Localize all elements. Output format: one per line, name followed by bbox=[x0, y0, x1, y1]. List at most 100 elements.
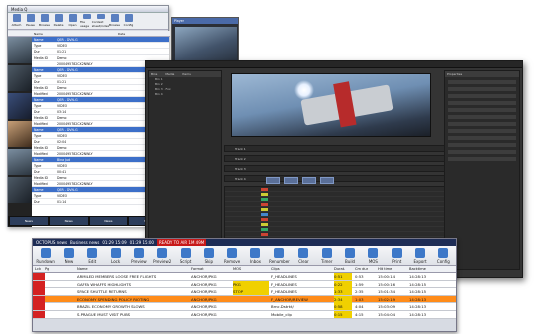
bin-item[interactable]: Bin 4 bbox=[149, 92, 221, 97]
cell-back: 14:28:15 bbox=[409, 289, 427, 295]
cell-format: ANCHOR/PKG bbox=[191, 311, 217, 317]
toolbar-label: Renumber bbox=[269, 259, 290, 264]
toolbar-icon bbox=[274, 248, 285, 258]
toolbar-label: Preview2 bbox=[153, 259, 172, 264]
thumbnail[interactable] bbox=[8, 65, 32, 91]
table-row[interactable]: SPACE SHUTTLE RETURNS ANCHOR/PKG STOP F_HEA… bbox=[33, 288, 456, 296]
toolbar-icon bbox=[54, 14, 63, 22]
toolbar-label: Attach bbox=[11, 23, 22, 27]
cell-name: ECONOMY SPENDING POLICY RIOTING bbox=[77, 296, 150, 302]
toolbar-button[interactable]: Rundown bbox=[36, 247, 55, 264]
cell-cm: 1:03 bbox=[355, 296, 364, 302]
toolbar-button[interactable]: Timer bbox=[317, 247, 336, 264]
thumbnail[interactable] bbox=[8, 93, 32, 119]
toolbar-button[interactable]: Preview bbox=[129, 247, 148, 264]
toolbar-button[interactable]: Export bbox=[410, 247, 429, 264]
toolbar-button[interactable]: Edit bbox=[83, 247, 102, 264]
cell-dur: 2:34 bbox=[334, 295, 352, 303]
table-row[interactable]: ECONOMY SPENDING POLICY RIOTING ANCHOR/PK… bbox=[33, 295, 456, 304]
toolbar-button[interactable]: Skip bbox=[199, 247, 218, 264]
toolbar-label: Browse bbox=[109, 23, 120, 27]
col-hit-time[interactable]: Hit time bbox=[378, 266, 392, 273]
toolbar-button[interactable]: MOS bbox=[364, 247, 383, 264]
toolbar-button[interactable]: Renumber bbox=[269, 247, 290, 264]
table-row[interactable]: BRAZIL ECONOMY GROWTH SLOWS ANCHOR/PKG Brn… bbox=[33, 303, 456, 311]
rundown-time: 01:29 15:09 bbox=[102, 240, 127, 245]
toolbar-button[interactable]: Attach bbox=[10, 14, 23, 28]
toolbar-icon bbox=[110, 248, 121, 258]
toolbar-button[interactable]: Script bbox=[176, 247, 195, 264]
cell-dur: 0:22 bbox=[334, 280, 352, 288]
col-duration[interactable]: Durat. bbox=[334, 266, 345, 273]
toolbar-button[interactable]: Browse bbox=[38, 14, 51, 28]
toolbar-button[interactable]: New bbox=[59, 247, 78, 264]
toolbar-label: Edit bbox=[88, 259, 97, 264]
toolbar-icon bbox=[227, 248, 238, 258]
panel-tab[interactable]: Items bbox=[182, 71, 190, 77]
news-thumbnail[interactable]: News bbox=[10, 217, 48, 225]
player-title: Player bbox=[172, 18, 238, 24]
player-screen[interactable] bbox=[175, 27, 237, 61]
toolbar-label: Timer bbox=[321, 259, 333, 264]
toolbar-icon bbox=[321, 248, 332, 258]
color-chip bbox=[261, 193, 268, 196]
prev-button[interactable] bbox=[266, 177, 280, 184]
news-thumbnail[interactable]: News bbox=[89, 217, 128, 225]
toolbar-icon bbox=[87, 248, 98, 258]
cell-name: SPACE SHUTTLE RETURNS bbox=[77, 289, 127, 295]
play-button[interactable] bbox=[284, 177, 298, 184]
thumbnail[interactable] bbox=[8, 177, 32, 203]
thumbnail[interactable] bbox=[8, 121, 32, 147]
toolbar-button[interactable]: Remove bbox=[223, 247, 242, 264]
thumbnail[interactable] bbox=[8, 37, 32, 63]
col-mos[interactable]: MOS bbox=[233, 266, 241, 273]
toolbar-button[interactable]: Browse bbox=[108, 14, 121, 28]
toolbar-label: Preview bbox=[131, 259, 147, 264]
thumbnail[interactable] bbox=[8, 149, 32, 175]
cell-cm: 4:15 bbox=[355, 311, 364, 317]
panel-tab[interactable]: Media bbox=[165, 71, 174, 77]
toolbar-button[interactable]: Preview2 bbox=[153, 247, 172, 264]
cell-hit: 15:00:16 bbox=[378, 281, 396, 287]
col-name[interactable]: Name bbox=[77, 266, 88, 273]
table-row[interactable]: GAFFA WHAFFS HIGHLIGHTS ANCHOR/PKG PKG F_HE… bbox=[33, 280, 456, 289]
toolbar-label: Print bbox=[392, 259, 402, 264]
toolbar-button[interactable]: Clear bbox=[294, 247, 313, 264]
col-backtime[interactable]: Backtime bbox=[409, 266, 426, 273]
toolbar-button[interactable]: Pause bbox=[24, 14, 37, 28]
col-clips[interactable]: Clips bbox=[271, 266, 280, 273]
table-row[interactable]: S.PRAGUE MUST VISIT PUBS ANCHOR/PKG Mobile… bbox=[33, 310, 456, 319]
cell-back: 14:28:13 bbox=[409, 274, 427, 279]
col-pg[interactable]: Pg bbox=[45, 266, 49, 273]
col-cm-dur[interactable]: Cm dur bbox=[355, 266, 368, 273]
toolbar-icon bbox=[250, 248, 261, 258]
status-flag bbox=[33, 280, 45, 288]
toolbar-button[interactable]: Inbox bbox=[246, 247, 265, 264]
rundown-time2: 01:29 15:00 bbox=[129, 240, 154, 245]
toolbar-icon bbox=[345, 248, 356, 258]
toolbar-button[interactable]: Build bbox=[340, 247, 359, 264]
cell-name: ARMILED MEMBERS LOOSE FREE FLIGHTS bbox=[77, 274, 157, 279]
toolbar-icon bbox=[40, 248, 51, 258]
toolbar-button[interactable]: Context sheet/index bbox=[92, 14, 109, 28]
toolbar-icon bbox=[124, 14, 133, 22]
color-chip bbox=[261, 188, 268, 191]
next-button[interactable] bbox=[302, 177, 316, 184]
toolbar-button[interactable]: Open bbox=[66, 14, 79, 28]
cell-format: ANCHOR/PKG bbox=[191, 304, 217, 310]
col-format[interactable]: Format bbox=[191, 266, 204, 273]
cell-hit: 15:02:19 bbox=[378, 296, 396, 302]
toolbar-button[interactable]: Config bbox=[122, 14, 135, 28]
col-lck[interactable]: Lck bbox=[35, 266, 41, 273]
table-row[interactable]: ARMILED MEMBERS LOOSE FREE FLIGHTS ANCHOR… bbox=[33, 273, 456, 281]
toolbar-button[interactable]: Delete bbox=[52, 14, 65, 28]
news-thumbnail[interactable]: News bbox=[49, 217, 88, 225]
toolbar-label: Build bbox=[345, 259, 356, 264]
stop-button[interactable] bbox=[320, 177, 334, 184]
toolbar-button[interactable]: Print bbox=[387, 247, 406, 264]
status-flag bbox=[33, 310, 45, 318]
toolbar-button[interactable]: Config bbox=[434, 247, 453, 264]
color-chip bbox=[261, 223, 268, 226]
toolbar-button[interactable]: Lock bbox=[106, 247, 125, 264]
video-preview[interactable] bbox=[231, 73, 431, 137]
